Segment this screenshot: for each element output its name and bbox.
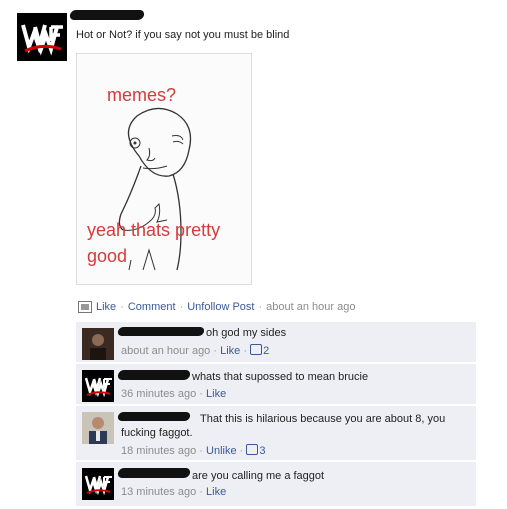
comment-text-line2: fucking faggot. (121, 427, 193, 439)
comment-link[interactable]: Comment (128, 301, 176, 313)
post-type-icon (78, 301, 92, 313)
comment-like-link[interactable]: Like (206, 486, 226, 498)
comment-meta: about an hour ago · Like · 2 (121, 344, 270, 357)
comment-timestamp[interactable]: 13 minutes ago (121, 486, 196, 498)
redaction-commenter-name (117, 327, 205, 336)
redaction-commenter-name (117, 468, 191, 478)
redaction-commenter-name (117, 370, 191, 380)
poster-avatar[interactable] (17, 13, 67, 61)
post-actions: Like · Comment · Unfollow Post · about a… (78, 301, 355, 313)
post-photo[interactable]: memes? yeah thats pretty good (76, 53, 252, 285)
wwf-logo-icon (17, 13, 67, 61)
redaction-commenter-name (117, 412, 191, 421)
commenter-avatar[interactable] (82, 328, 114, 360)
comment-text: whats that supossed to mean brucie (192, 371, 369, 383)
separator: · (179, 301, 184, 313)
meme-bottom-text-line1: yeah thats pretty (87, 220, 220, 240)
comment-text: That this is hilarious because you are a… (200, 413, 446, 425)
meme-drawing: memes? yeah thats pretty good (87, 85, 220, 271)
meme-top-text: memes? (107, 85, 176, 105)
like-link[interactable]: Like (96, 301, 116, 313)
comment-like-link[interactable]: Like (220, 345, 240, 357)
comment-like-count[interactable]: 3 (246, 444, 266, 457)
separator: · (120, 301, 124, 313)
separator: · (258, 301, 263, 313)
comment-meta: 18 minutes ago · Unlike · 3 (121, 444, 266, 457)
comment-item: That this is hilarious because you are a… (76, 406, 476, 461)
comment-text: are you calling me a faggot (192, 470, 325, 482)
comment-unlike-link[interactable]: Unlike (206, 445, 237, 457)
comment-like-count[interactable]: 2 (250, 344, 269, 357)
meme-bottom-text-line2: good (87, 246, 127, 266)
post-text: Hot or Not? if you say not you must be b… (76, 29, 290, 41)
comment-meta: 13 minutes ago · Like (121, 486, 227, 498)
comment-timestamp[interactable]: about an hour ago (121, 345, 210, 357)
comment-item: are you calling me a faggot 13 minutes a… (76, 462, 476, 507)
comment-meta: 36 minutes ago · Like (121, 388, 227, 400)
thumbs-up-icon (246, 444, 259, 455)
post-timestamp[interactable]: about an hour ago (266, 301, 355, 313)
comment-text: oh god my sides (206, 327, 287, 339)
comment-item: whats that supossed to mean brucie 36 mi… (76, 364, 476, 405)
wwf-logo-icon[interactable] (82, 468, 114, 500)
unfollow-link[interactable]: Unfollow Post (187, 301, 254, 313)
comment-timestamp[interactable]: 18 minutes ago (121, 445, 196, 457)
commenter-avatar[interactable] (82, 412, 114, 444)
comment-timestamp[interactable]: 36 minutes ago (121, 388, 196, 400)
comment-like-link[interactable]: Like (206, 388, 226, 400)
redaction-poster-name (69, 10, 145, 20)
comment-item: oh god my sides about an hour ago · Like… (76, 322, 476, 363)
thumbs-up-icon (250, 344, 263, 355)
wwf-logo-icon[interactable] (82, 370, 114, 402)
